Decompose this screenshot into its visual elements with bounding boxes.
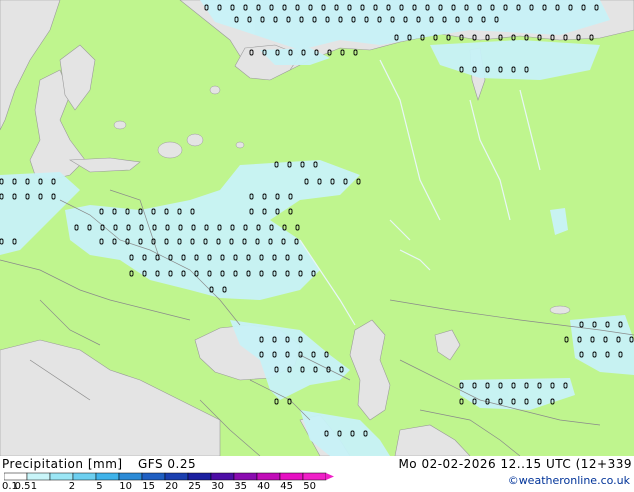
scale-tick-label: 20 bbox=[165, 481, 179, 492]
scale-tick-label: 25 bbox=[188, 481, 202, 492]
scale-swatch bbox=[4, 472, 28, 481]
legend-title: Precipitation [mm] bbox=[2, 457, 123, 471]
precipitation-map bbox=[0, 0, 634, 456]
scale-swatch bbox=[233, 472, 258, 481]
scale-swatch bbox=[256, 472, 281, 481]
scale-swatch bbox=[164, 472, 189, 481]
scale-tick-label: 10 bbox=[119, 481, 133, 492]
scale-tick-label: 35 bbox=[234, 481, 248, 492]
scale-tick-label: 2 bbox=[68, 481, 76, 492]
scale-swatch bbox=[95, 472, 120, 481]
scale-swatch bbox=[26, 472, 51, 481]
scale-swatch bbox=[187, 472, 212, 481]
scale-tick-label: 1 bbox=[30, 481, 38, 492]
scale-tick-label: 30 bbox=[211, 481, 225, 492]
scale-swatch bbox=[49, 472, 74, 481]
legend-model: GFS 0.25 bbox=[138, 457, 197, 471]
scale-tick-label: 5 bbox=[96, 481, 103, 492]
scale-tick-label: 45 bbox=[280, 481, 294, 492]
scale-tick-label: 0.5 bbox=[14, 481, 31, 492]
scale-tick-label: 50 bbox=[303, 481, 317, 492]
scale-swatch bbox=[302, 472, 327, 481]
legend-valid-time: Mo 02-02-2026 12..15 UTC (12+339 bbox=[398, 457, 632, 471]
scale-tick-label: 40 bbox=[257, 481, 271, 492]
scale-tick-label: 15 bbox=[142, 481, 156, 492]
credit-link[interactable]: ©weatheronline.co.uk bbox=[508, 474, 630, 487]
scale-swatch bbox=[72, 472, 97, 481]
scale-swatch bbox=[141, 472, 166, 481]
scale-arrow bbox=[326, 473, 334, 480]
scale-swatch bbox=[279, 472, 304, 481]
scale-swatch bbox=[118, 472, 143, 481]
scale-swatch bbox=[210, 472, 235, 481]
